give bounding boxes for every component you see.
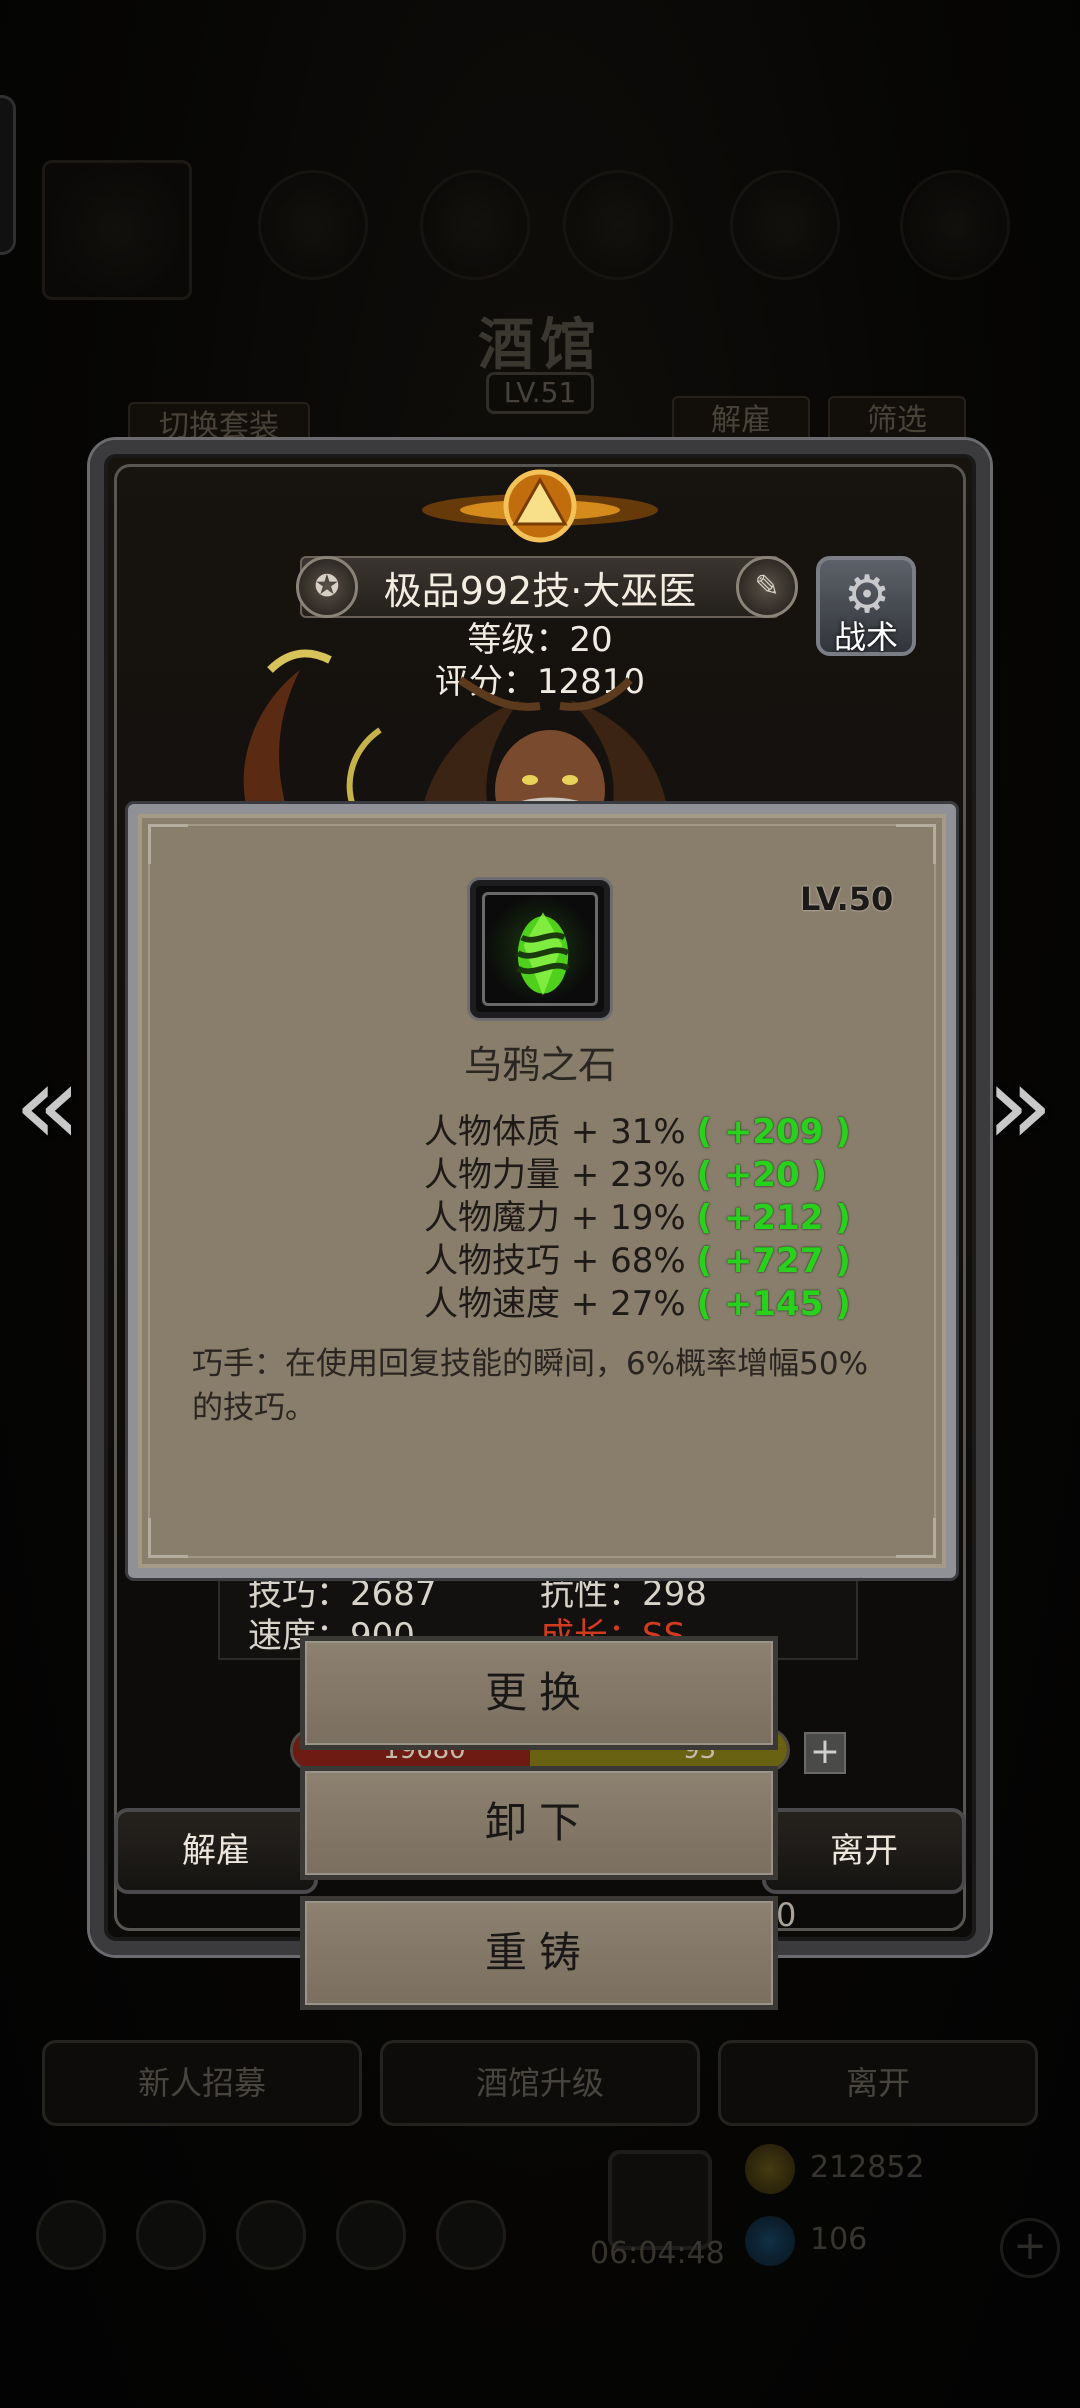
leave-hero-button[interactable]: 离开 <box>762 1808 966 1894</box>
reforge-label: 重铸 <box>484 1928 593 1977</box>
add-exp-icon[interactable]: + <box>804 1732 846 1774</box>
rank-emblem-icon <box>422 469 658 543</box>
attribute-bonus: +209 <box>723 1112 824 1152</box>
unequip-item-button[interactable]: 卸下 <box>300 1766 778 1880</box>
attribute-bonus: +145 <box>723 1284 824 1324</box>
attribute-bonus: +20 <box>723 1155 800 1195</box>
hero-portrait <box>243 649 670 820</box>
hero-name: 极品992技·大巫医 <box>383 569 697 613</box>
item-attribute-row: 人物体质 + 31% ( +209 ) <box>424 1112 851 1152</box>
attribute-text: 人物体质 + 31% <box>424 1112 686 1152</box>
replace-label: 更换 <box>484 1668 593 1717</box>
item-attribute-row: 人物技巧 + 68% ( +727 ) <box>424 1241 851 1281</box>
hero-partial-value: 0 <box>776 1896 797 1934</box>
attribute-text: 人物技巧 + 68% <box>424 1241 686 1281</box>
attribute-bonus: +212 <box>723 1198 824 1238</box>
reforge-item-button[interactable]: 重铸 <box>300 1896 778 2010</box>
dismiss-hero-button[interactable]: 解雇 <box>114 1808 318 1894</box>
item-level: LV.50 <box>800 880 894 918</box>
replace-item-button[interactable]: 更换 <box>300 1636 778 1750</box>
attribute-bonus: +727 <box>723 1241 824 1281</box>
item-skill-description: 巧手：在使用回复技能的瞬间，6%概率增幅50%的技巧。 <box>192 1346 869 1426</box>
attribute-text: 人物速度 + 27% <box>424 1284 686 1324</box>
item-attribute-row: 人物魔力 + 19% ( +212 ) <box>424 1198 851 1238</box>
item-attribute-row: 人物速度 + 27% ( +145 ) <box>424 1284 851 1324</box>
unequip-label: 卸下 <box>484 1798 593 1847</box>
attribute-text: 人物力量 + 23% <box>424 1155 686 1195</box>
attribute-text: 人物魔力 + 19% <box>424 1198 686 1238</box>
item-name: 乌鸦之石 <box>463 1043 616 1087</box>
item-icon-frame <box>470 880 610 1018</box>
raven-stone-icon <box>516 912 570 996</box>
item-attribute-row: 人物力量 + 23% ( +20 ) <box>424 1155 828 1195</box>
